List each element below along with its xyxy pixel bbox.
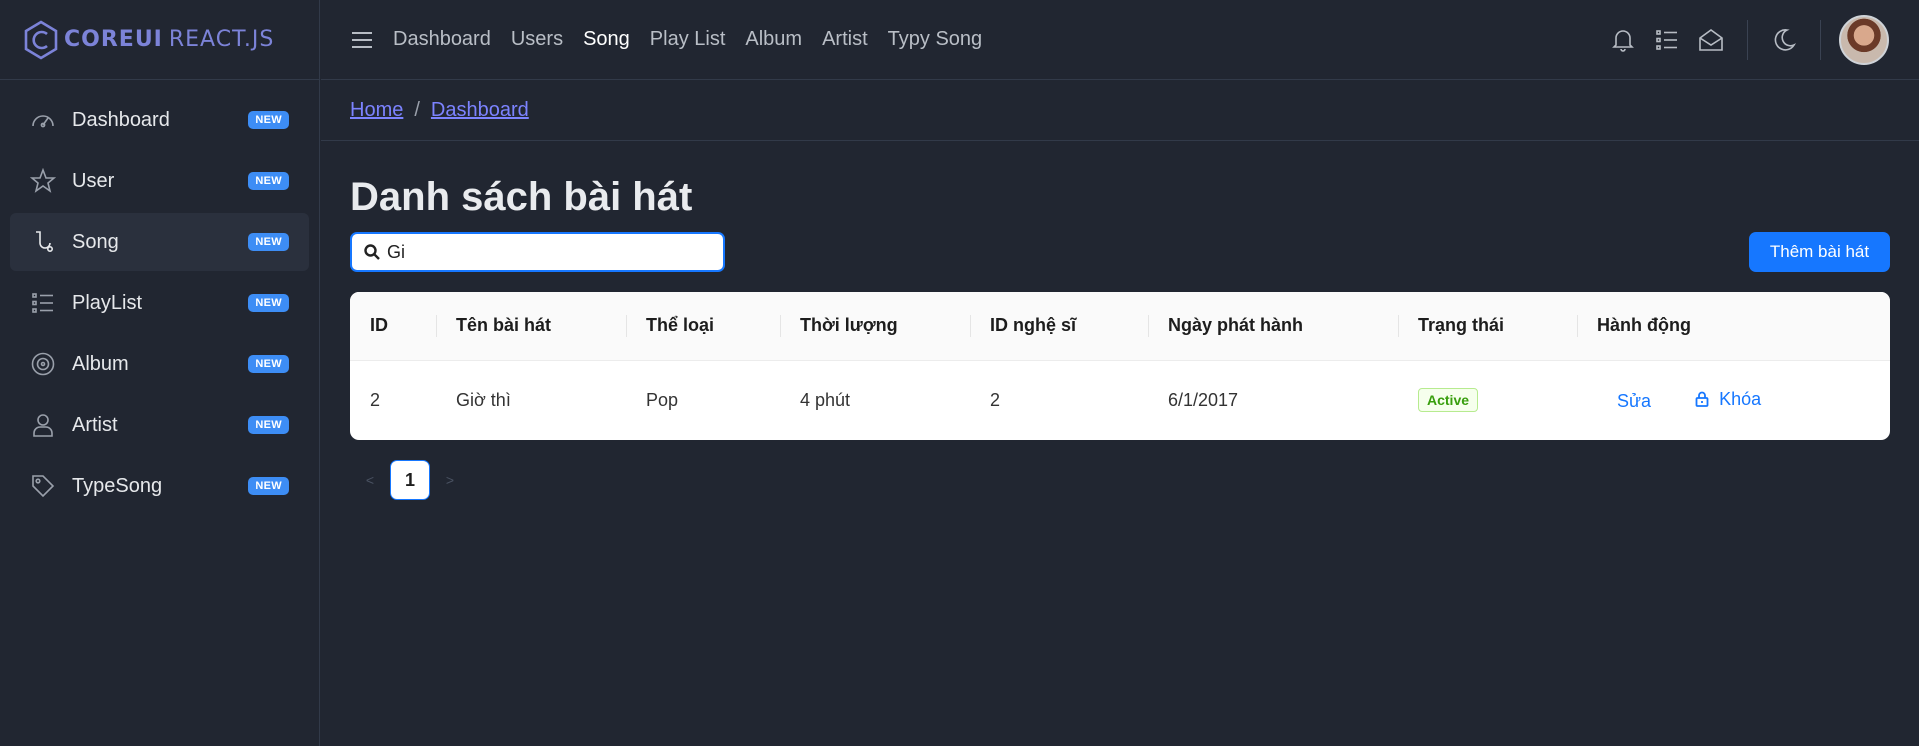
lock-button[interactable]: Khóa xyxy=(1694,389,1761,410)
add-song-button[interactable]: Thêm bài hát xyxy=(1749,232,1890,272)
breadcrumb: Home / Dashboard xyxy=(321,81,1919,141)
brand-logo[interactable]: COREUI REACT.JS xyxy=(0,0,319,80)
topnav-dashboard[interactable]: Dashboard xyxy=(393,28,491,51)
header-actions xyxy=(1601,0,1919,80)
edit-button[interactable]: Sửa xyxy=(1617,391,1651,412)
new-badge: NEW xyxy=(248,355,289,373)
list-icon xyxy=(30,290,56,316)
sidebar-nav: Dashboard NEW User NEW Song NEW PlayList… xyxy=(0,91,319,515)
songs-table: ID Tên bài hát Thể loại Thời lượng ID ng… xyxy=(350,292,1890,440)
sidebar-item-label: Album xyxy=(72,352,129,375)
column-header[interactable]: Thể loại xyxy=(626,292,780,361)
header-divider xyxy=(1820,20,1821,60)
sidebar-item-typesong[interactable]: TypeSong NEW xyxy=(10,457,309,515)
sidebar: COREUI REACT.JS Dashboard NEW User NEW So… xyxy=(0,0,320,746)
avatar[interactable] xyxy=(1839,15,1889,65)
moon-icon[interactable] xyxy=(1770,26,1798,54)
cell-duration: 4 phút xyxy=(800,389,851,410)
page-number[interactable]: 1 xyxy=(390,460,430,500)
table-header-row: ID Tên bài hát Thể loại Thời lượng ID ng… xyxy=(350,292,1890,361)
sidebar-item-label: Dashboard xyxy=(72,108,170,131)
new-badge: NEW xyxy=(248,294,289,312)
column-header[interactable]: Thời lượng xyxy=(780,292,970,361)
new-badge: NEW xyxy=(248,233,289,251)
cursor-icon xyxy=(30,229,56,255)
star-icon xyxy=(30,168,56,194)
column-header[interactable]: Tên bài hát xyxy=(436,292,626,361)
topnav-song[interactable]: Song xyxy=(583,28,630,51)
sidebar-item-album[interactable]: Album NEW xyxy=(10,335,309,393)
coreui-logo-icon xyxy=(24,19,58,60)
toolbar: Thêm bài hát xyxy=(350,232,1890,272)
page-title: Danh sách bài hát xyxy=(350,175,693,219)
speedometer-icon xyxy=(30,107,56,133)
sidebar-item-label: Song xyxy=(72,230,119,253)
cell-status: Active xyxy=(1398,360,1577,440)
sidebar-item-label: Artist xyxy=(72,413,118,436)
sidebar-item-label: User xyxy=(72,169,115,192)
column-header[interactable]: Trạng thái xyxy=(1398,292,1577,361)
top-header: Dashboard Users Song Play List Album Art… xyxy=(321,0,1919,80)
next-page-button[interactable]: > xyxy=(430,460,470,500)
cell-genre: Pop xyxy=(646,389,679,410)
cell-id: 2 xyxy=(370,389,381,410)
sidebar-item-playlist[interactable]: PlayList NEW xyxy=(10,274,309,332)
new-badge: NEW xyxy=(248,172,289,190)
new-badge: NEW xyxy=(248,477,289,495)
sidebar-item-user[interactable]: User NEW xyxy=(10,152,309,210)
sidebar-item-artist[interactable]: Artist NEW xyxy=(10,396,309,454)
search-box[interactable] xyxy=(350,232,725,272)
pagination: < 1 > xyxy=(350,460,1890,500)
brand-part1: COREUI xyxy=(64,27,163,52)
lock-icon xyxy=(1695,391,1709,407)
new-badge: NEW xyxy=(248,416,289,434)
lock-label: Khóa xyxy=(1719,388,1762,409)
search-icon xyxy=(364,244,380,260)
status-badge: Active xyxy=(1418,388,1479,413)
search-input[interactable] xyxy=(387,241,707,263)
top-nav: Dashboard Users Song Play List Album Art… xyxy=(393,28,1002,51)
envelope-icon[interactable] xyxy=(1697,26,1725,54)
table-row: 2 Giờ thì Pop 4 phút 2 6/1/2017 Active S… xyxy=(350,360,1890,440)
sidebar-item-song[interactable]: Song NEW xyxy=(10,213,309,271)
cell-artist-id: 2 xyxy=(990,389,1001,410)
column-header[interactable]: Ngày phát hành xyxy=(1148,292,1398,361)
topnav-album[interactable]: Album xyxy=(745,28,802,51)
sidebar-item-dashboard[interactable]: Dashboard NEW xyxy=(10,91,309,149)
column-header[interactable]: Hành động xyxy=(1577,292,1890,361)
list-icon[interactable] xyxy=(1653,26,1681,54)
topnav-users[interactable]: Users xyxy=(511,28,563,51)
new-badge: NEW xyxy=(248,111,289,129)
column-header[interactable]: ID nghệ sĩ xyxy=(970,292,1148,361)
column-header[interactable]: ID xyxy=(350,292,436,361)
hamburger-menu-icon[interactable] xyxy=(351,31,373,49)
prev-page-button[interactable]: < xyxy=(350,460,390,500)
breadcrumb-home[interactable]: Home xyxy=(350,99,403,122)
topnav-typesong[interactable]: Typy Song xyxy=(888,28,983,51)
breadcrumb-dashboard[interactable]: Dashboard xyxy=(431,99,529,122)
brand-text: COREUI REACT.JS xyxy=(64,27,274,52)
main-content: Danh sách bài hát Thêm bài hát ID Tên bà… xyxy=(350,141,1890,500)
cell-name: Giờ thì xyxy=(456,389,511,410)
sidebar-item-label: TypeSong xyxy=(72,474,163,497)
user-icon xyxy=(30,412,56,438)
breadcrumb-separator: / xyxy=(414,99,420,121)
cell-actions: Sửa Khóa xyxy=(1577,360,1890,440)
brand-part2: REACT.JS xyxy=(168,27,275,52)
bell-icon[interactable] xyxy=(1609,26,1637,54)
topnav-artist[interactable]: Artist xyxy=(822,28,868,51)
topnav-playlist[interactable]: Play List xyxy=(650,28,726,51)
sidebar-item-label: PlayList xyxy=(72,291,143,314)
cell-release-date: 6/1/2017 xyxy=(1168,389,1239,410)
tag-icon xyxy=(30,473,56,499)
header-divider xyxy=(1747,20,1748,60)
disc-icon xyxy=(30,351,56,377)
